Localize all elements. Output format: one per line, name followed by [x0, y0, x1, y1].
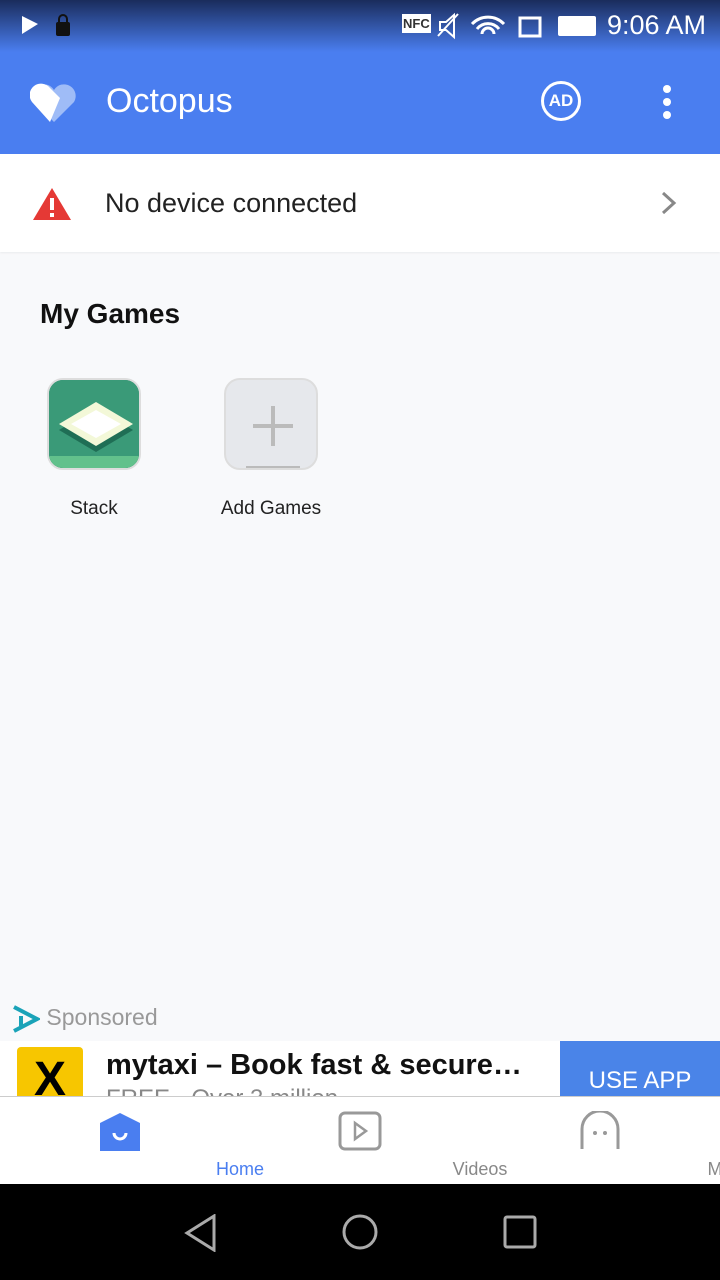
mytaxi-logo: X	[17, 1047, 83, 1096]
stack-game-icon	[47, 378, 141, 470]
my-games-heading: My Games	[40, 298, 181, 329]
app-bar: Octopus AD	[0, 52, 720, 154]
more-vert-icon	[663, 85, 671, 119]
remove-ads-button[interactable]: AD	[541, 81, 581, 121]
notification-icons	[22, 14, 70, 36]
sponsored-text: Sponsored	[46, 1004, 158, 1031]
chevron-right-icon	[661, 191, 677, 215]
game-label: Add Games	[220, 498, 322, 519]
home-icon	[100, 1113, 140, 1151]
ad-subtitle: FREE - Over 3 million …	[106, 1085, 369, 1096]
add-games-button[interactable]: Add Games	[201, 378, 341, 520]
nav-videos[interactable]: Videos	[240, 1097, 507, 1185]
sponsored-label: Sponsored	[10, 1004, 158, 1034]
ghost-profile-icon	[580, 1111, 620, 1149]
octopus-logo-icon	[30, 83, 76, 122]
warning-icon	[33, 188, 71, 220]
add-icon	[224, 378, 318, 470]
nav-home[interactable]: Home	[0, 1097, 264, 1185]
ad-network-icon	[13, 1005, 42, 1033]
ad-headline: mytaxi – Book fast & secure…	[106, 1049, 522, 1081]
video-play-icon	[338, 1111, 382, 1151]
nav-me[interactable]: Me	[480, 1097, 720, 1185]
app-title: Octopus	[106, 82, 233, 120]
game-label: Stack	[70, 498, 118, 519]
recents-button[interactable]	[503, 1215, 537, 1249]
home-system-button[interactable]	[341, 1213, 379, 1251]
no-ads-icon: AD	[548, 91, 574, 110]
bottom-nav: Home Videos Me	[0, 1096, 720, 1184]
back-button[interactable]	[184, 1214, 218, 1252]
game-stack[interactable]: Stack	[24, 378, 164, 520]
nfc-icon: NFC	[402, 14, 431, 33]
ad-banner[interactable]: X mytaxi – Book fast & secure… FREE - Ov…	[0, 1041, 720, 1096]
more-menu-button[interactable]	[655, 84, 679, 124]
system-nav-bar	[0, 1184, 720, 1280]
connection-status: No device connected	[105, 188, 358, 218]
use-app-button[interactable]: USE APP	[560, 1041, 720, 1096]
status-bar: NFC 9:06 AM	[0, 0, 720, 52]
clock: 9:06 AM	[606, 10, 706, 40]
device-connection-row[interactable]: No device connected	[0, 154, 720, 252]
system-icons	[437, 12, 596, 40]
nav-label: Me	[707, 1159, 720, 1179]
